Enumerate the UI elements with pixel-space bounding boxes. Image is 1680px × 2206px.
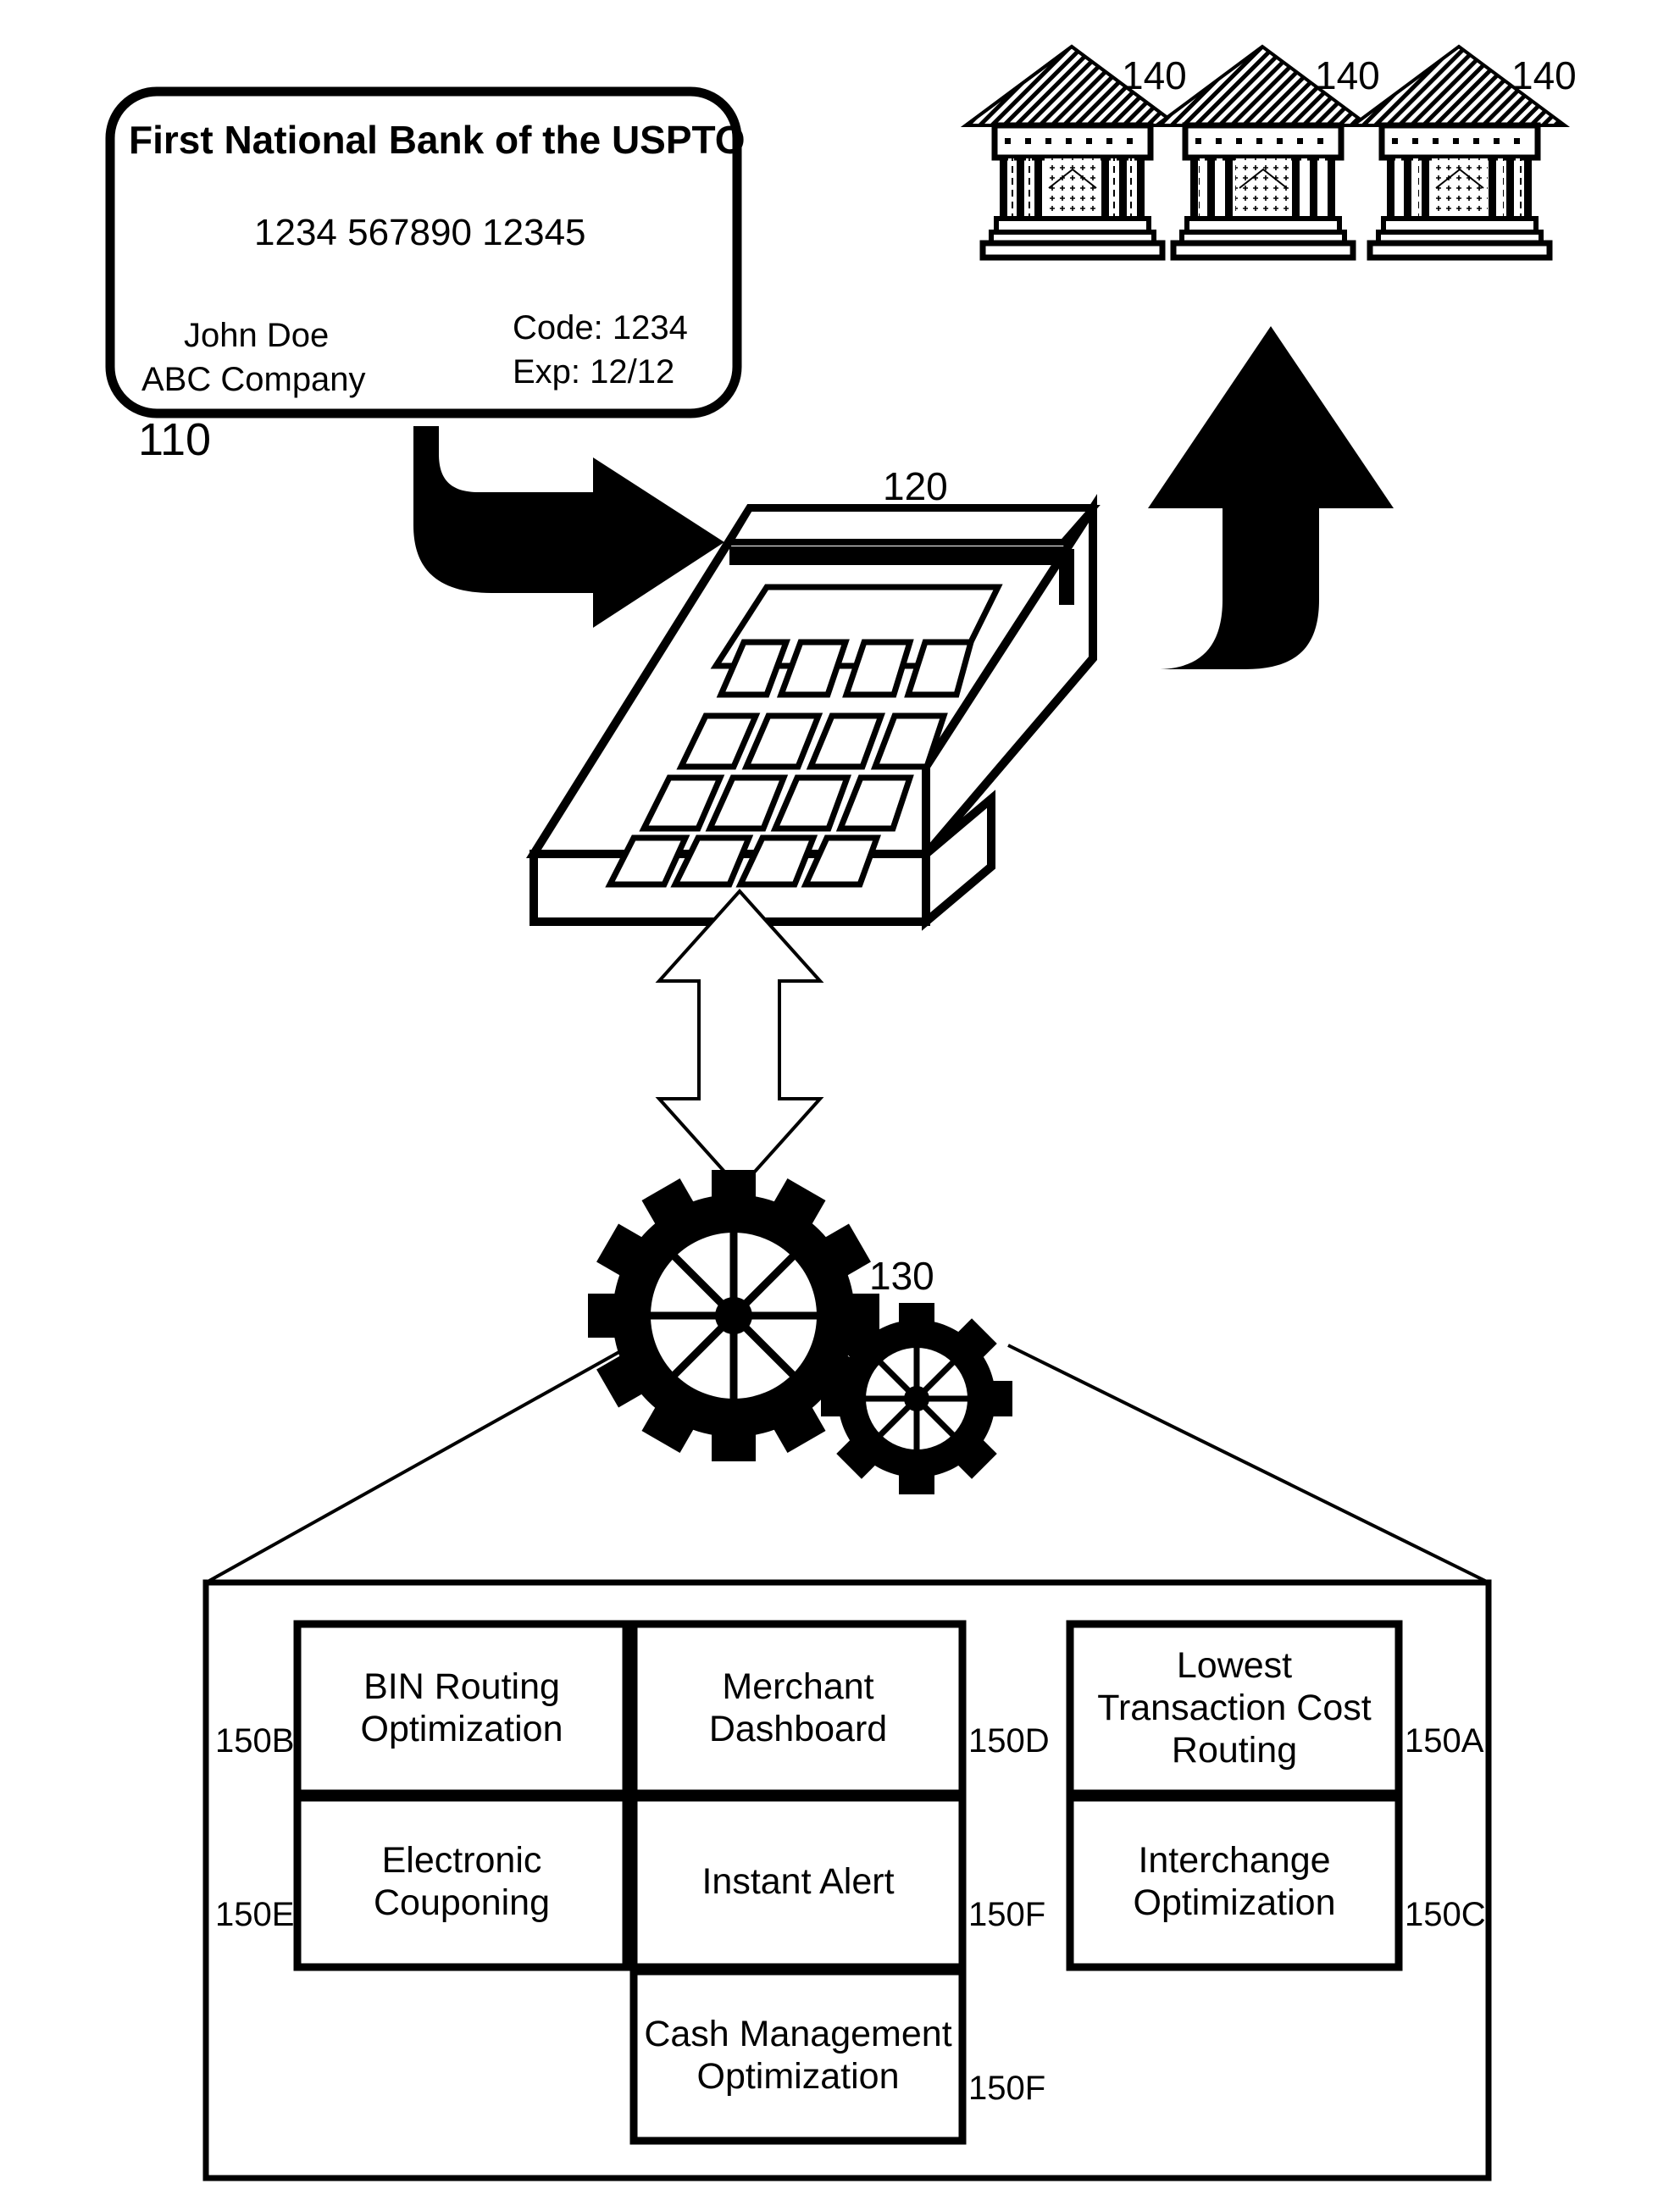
- ref-150D: 150D: [968, 1722, 1050, 1760]
- ref-140-bank-1: 140: [1122, 53, 1187, 97]
- module-label-cash-management[interactable]: Cash Management Optimization: [641, 1979, 955, 2133]
- module-label-merchant-dashboard[interactable]: Merchant Dashboard: [641, 1632, 955, 1786]
- module-label-lowest-cost-routing[interactable]: Lowest Transaction Cost Routing: [1078, 1632, 1391, 1786]
- card-holder-name: John Doe: [184, 317, 330, 354]
- card-company: ABC Company: [141, 361, 366, 398]
- ref-110-card: 110: [138, 414, 212, 465]
- ref-140-bank-2: 140: [1315, 53, 1380, 97]
- ref-150E: 150E: [215, 1896, 295, 1933]
- bidirectional-arrow: [655, 889, 824, 1191]
- gear-large: [588, 1170, 879, 1461]
- ref-150C: 150C: [1405, 1896, 1486, 1933]
- ref-130-gears: 130: [869, 1254, 934, 1298]
- ref-140-bank-3: 140: [1511, 53, 1577, 97]
- card-to-terminal-arrow: [413, 426, 724, 628]
- ref-150B: 150B: [215, 1722, 295, 1760]
- gear-small: [821, 1303, 1012, 1494]
- card-number: 1234 567890 12345: [254, 212, 586, 253]
- card-code: Code: 1234: [513, 309, 688, 346]
- ref-150F-instant-alert: 150F: [968, 1896, 1046, 1933]
- module-label-interchange-optimization[interactable]: Interchange Optimization: [1078, 1805, 1391, 1959]
- module-label-instant-alert[interactable]: Instant Alert: [641, 1805, 955, 1959]
- module-label-bin-routing[interactable]: BIN Routing Optimization: [305, 1632, 618, 1786]
- ref-150A: 150A: [1405, 1722, 1484, 1760]
- terminal-to-bank-arrow: [1148, 326, 1394, 669]
- bank-building-group: [960, 44, 1571, 261]
- patent-figure-canvas: First National Bank of the USPTO 1234 56…: [0, 0, 1680, 2206]
- ref-120-terminal: 120: [883, 464, 948, 508]
- module-label-electronic-couponing[interactable]: Electronic Couponing: [305, 1805, 618, 1959]
- card-bank-name: First National Bank of the USPTO: [129, 118, 746, 162]
- ref-150F-cash-management: 150F: [968, 2070, 1046, 2107]
- card-expiry: Exp: 12/12: [513, 353, 675, 391]
